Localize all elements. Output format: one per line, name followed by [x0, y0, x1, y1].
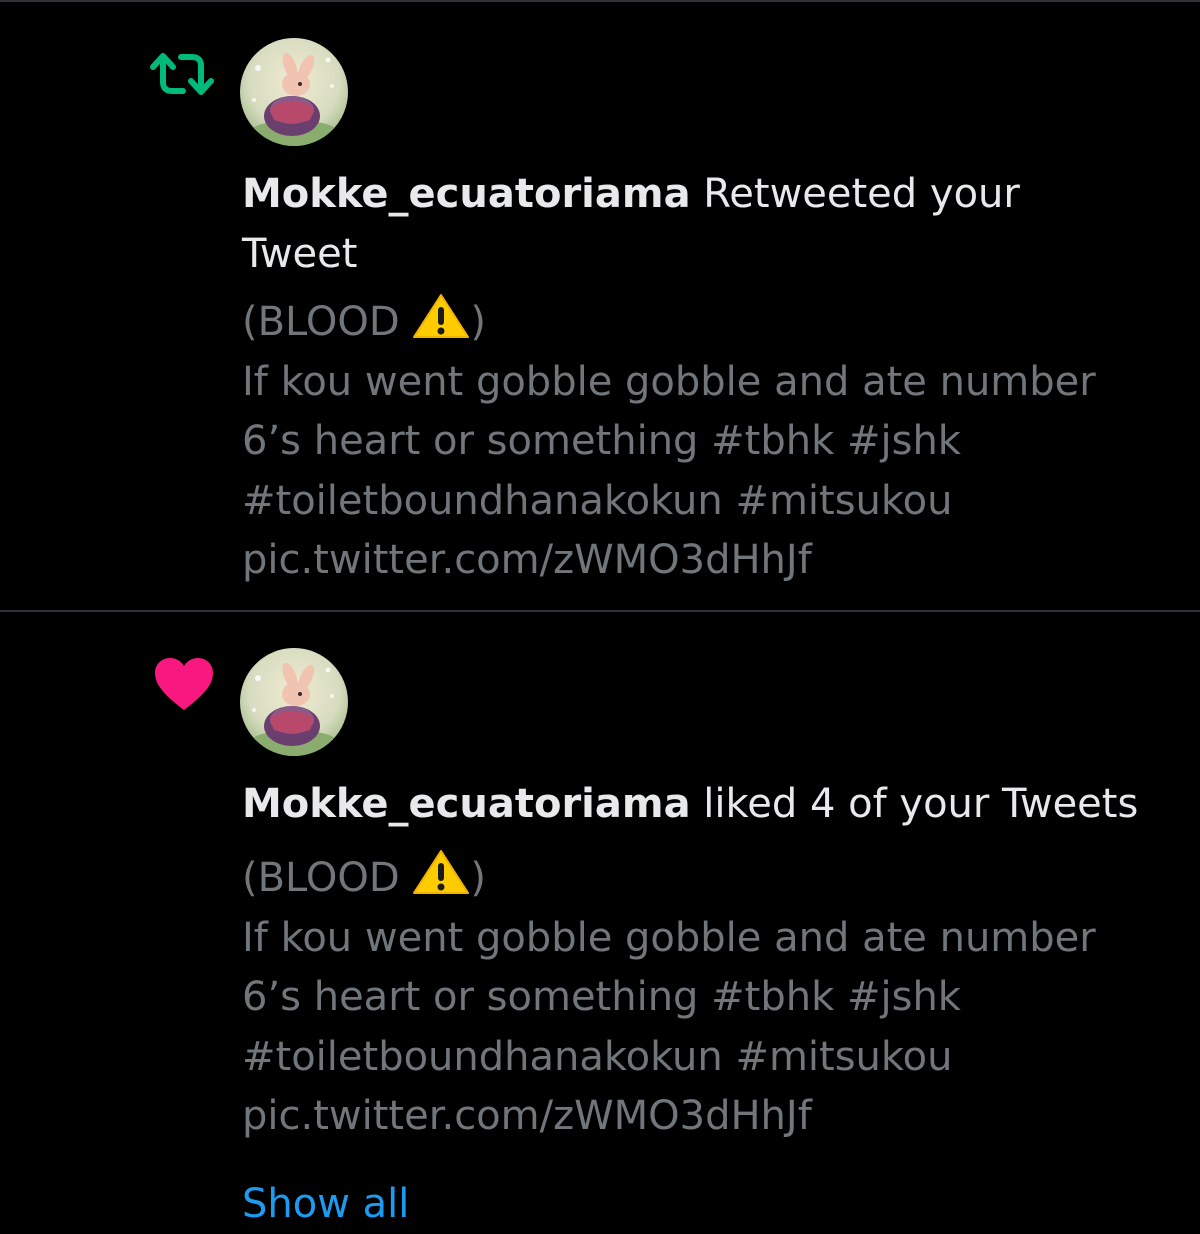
- avatar[interactable]: [240, 38, 348, 146]
- action-text: Retweeted your: [690, 171, 1020, 217]
- avatar[interactable]: [240, 648, 348, 756]
- tweet-line-3: 6’s heart or something #tbhk #jshk: [242, 418, 961, 464]
- action-text: liked 4 of your Tweets: [690, 781, 1139, 827]
- tweet-link: pic.twitter.com/zWMO3dHhJf: [242, 537, 812, 583]
- heart-icon: [148, 648, 220, 720]
- tweet-preview[interactable]: (BLOOD ) If kou went gobble gobble and a…: [242, 293, 1182, 591]
- tweet-line-2: If kou went gobble gobble and ate number: [242, 358, 1096, 405]
- action-text-line2: Tweet: [242, 231, 358, 277]
- tweet-line-4: #toiletboundhanakokun #mitsukou: [242, 1033, 953, 1080]
- notification-text: Mokke_ecuatoriama liked 4 of your Tweets: [242, 774, 1182, 834]
- username[interactable]: Mokke_ecuatoriama: [242, 781, 691, 827]
- notification-text: Mokke_ecuatoriama Retweeted your Tweet: [242, 164, 1182, 284]
- tweet-preview[interactable]: (BLOOD ) If kou went gobble gobble and a…: [242, 849, 1182, 1147]
- tweet-link: pic.twitter.com/zWMO3dHhJf: [242, 1093, 812, 1139]
- warning-emoji: [413, 294, 470, 338]
- tweet-line-3: 6’s heart or something #tbhk #jshk: [242, 974, 961, 1020]
- tweet-line-1: (BLOOD ): [242, 293, 1182, 353]
- retweet-icon: [146, 38, 218, 110]
- username[interactable]: Mokke_ecuatoriama: [242, 171, 691, 217]
- warning-emoji: [413, 850, 470, 894]
- tweet-line-4: #toiletboundhanakokun #mitsukou: [242, 477, 953, 524]
- tweet-line-2: If kou went gobble gobble and ate number: [242, 914, 1096, 961]
- notification-retweet[interactable]: Mokke_ecuatoriama Retweeted your Tweet (…: [0, 2, 1200, 610]
- notification-like[interactable]: Mokke_ecuatoriama liked 4 of your Tweets…: [0, 612, 1200, 1227]
- show-all-link[interactable]: Show all: [242, 1174, 409, 1234]
- tweet-line-1: (BLOOD ): [242, 849, 1182, 909]
